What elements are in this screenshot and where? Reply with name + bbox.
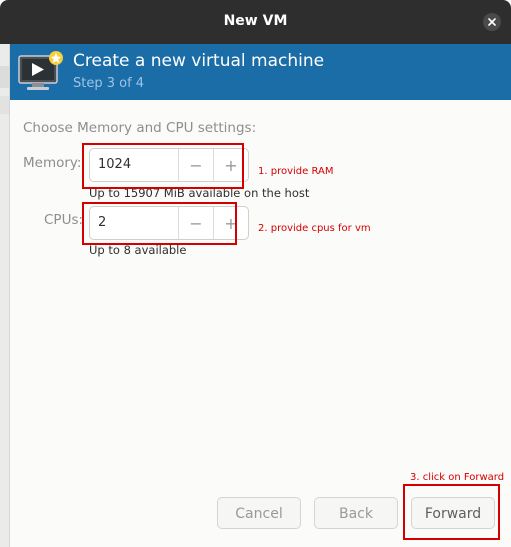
cancel-button[interactable]: Cancel — [217, 497, 301, 529]
new-vm-window: New VM Create a new virtual machine Step… — [0, 0, 511, 547]
cpus-hint: Up to 8 available — [89, 243, 187, 257]
close-button[interactable] — [483, 13, 501, 31]
memory-label: Memory: — [23, 155, 82, 171]
annotation-box-ram — [82, 143, 244, 189]
titlebar: New VM — [0, 0, 511, 44]
back-button[interactable]: Back — [314, 497, 398, 529]
vm-monitor-icon — [18, 51, 63, 90]
background-window-edge — [0, 44, 10, 547]
window-title: New VM — [223, 13, 288, 29]
annotation-box-cpus — [82, 202, 237, 245]
close-icon — [488, 18, 496, 26]
banner-title: Create a new virtual machine — [73, 51, 325, 71]
forward-button[interactable]: Forward — [411, 497, 495, 529]
header-banner: Create a new virtual machine Step 3 of 4 — [10, 44, 511, 100]
annotation-cpus: 2. provide cpus for vm — [258, 223, 371, 234]
section-heading: Choose Memory and CPU settings: — [23, 120, 257, 136]
cpus-label: CPUs: — [44, 212, 84, 228]
annotation-ram: 1. provide RAM — [258, 166, 334, 177]
step-indicator: Step 3 of 4 — [73, 76, 145, 91]
annotation-forward: 3. click on Forward — [410, 472, 505, 483]
